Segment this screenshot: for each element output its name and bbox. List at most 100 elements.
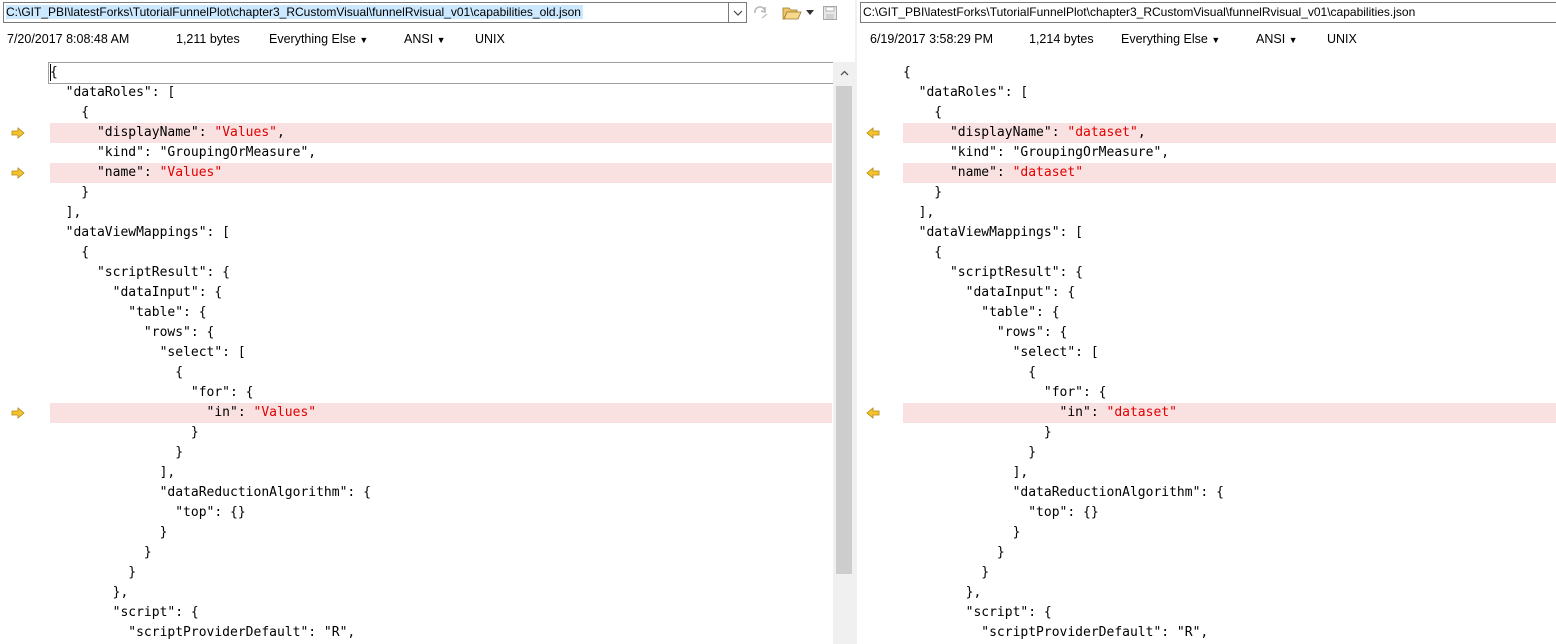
code-text: "select": [	[50, 345, 246, 360]
arrow-left-icon[interactable]	[865, 123, 881, 143]
code-text: {	[903, 105, 943, 120]
arrow-right-icon[interactable]	[10, 123, 26, 143]
left-code-line: }	[50, 183, 832, 203]
arrow-right-icon[interactable]	[10, 163, 26, 183]
code-text: "in":	[50, 405, 254, 420]
left-path-dropdown-button[interactable]	[729, 2, 747, 23]
left-code-line: "dataViewMappings": [	[50, 223, 832, 243]
right-filter-label: Everything Else	[1121, 32, 1208, 46]
right-code-line: "select": [	[903, 343, 1556, 363]
left-code-line: }	[50, 563, 832, 583]
left-filter-label: Everything Else	[269, 32, 356, 46]
code-text: "for": {	[903, 385, 1107, 400]
left-code-line: {	[50, 63, 832, 83]
left-path-text: C:\GIT_PBI\latestForks\TutorialFunnelPlo…	[6, 5, 583, 19]
code-text: "kind": "GroupingOrMeasure",	[903, 145, 1170, 160]
save-icon[interactable]	[822, 4, 838, 21]
right-diff-line: "displayName": "dataset",	[903, 123, 1556, 143]
left-file-size: 1,211 bytes	[176, 32, 240, 46]
left-code-line: }	[50, 543, 832, 563]
left-code-line: "dataRoles": [	[50, 83, 832, 103]
code-text: },	[50, 585, 129, 600]
code-text: ,	[1137, 125, 1146, 140]
code-text: }	[903, 445, 1037, 460]
diff-string-value: "Values"	[253, 405, 317, 420]
chevron-up-icon	[840, 70, 848, 76]
right-code-line: }	[903, 423, 1556, 443]
left-code-line: "scriptResult": {	[50, 263, 832, 283]
code-text: "rows": {	[50, 325, 215, 340]
right-code-line: }	[903, 563, 1556, 583]
code-text: "displayName":	[903, 125, 1068, 140]
code-text: "script": {	[903, 605, 1052, 620]
right-code-line: "script": {	[903, 603, 1556, 623]
right-filter-select[interactable]: Everything Else ▼	[1121, 28, 1220, 51]
code-text: "for": {	[50, 385, 254, 400]
code-text: "kind": "GroupingOrMeasure",	[50, 145, 317, 160]
left-code-line: "for": {	[50, 383, 832, 403]
left-encoding-select[interactable]: ANSI ▼	[404, 28, 446, 51]
right-code-line: "dataInput": {	[903, 283, 1556, 303]
folder-open-icon[interactable]	[781, 4, 803, 21]
code-text: "dataReductionAlgorithm": {	[903, 485, 1224, 500]
chevron-down-icon	[733, 10, 742, 16]
left-datetime: 7/20/2017 8:08:48 AM	[7, 32, 130, 46]
code-text: ],	[50, 465, 176, 480]
right-code-line: {	[903, 363, 1556, 383]
code-text: "in":	[903, 405, 1107, 420]
arrow-left-icon[interactable]	[865, 163, 881, 183]
left-code-line: }	[50, 443, 832, 463]
left-code-line: },	[50, 583, 832, 603]
refresh-icon[interactable]	[752, 4, 770, 21]
right-encoding-label: ANSI	[1256, 32, 1286, 46]
right-path-field[interactable]: C:\GIT_PBI\latestForks\TutorialFunnelPlo…	[860, 2, 1556, 23]
code-text: "table": {	[50, 305, 207, 320]
code-text: {	[903, 365, 1037, 380]
right-encoding-select[interactable]: ANSI ▼	[1256, 28, 1298, 51]
open-menu-caret-icon[interactable]	[805, 4, 815, 21]
left-vertical-scrollbar[interactable]	[833, 62, 855, 644]
code-text: "script": {	[50, 605, 199, 620]
right-code-line: "rows": {	[903, 323, 1556, 343]
code-text: }	[903, 525, 1021, 540]
code-text: "rows": {	[903, 325, 1068, 340]
left-diff-line: "in": "Values"	[50, 403, 832, 423]
scroll-up-button[interactable]	[833, 62, 855, 84]
right-code-line: {	[903, 243, 1556, 263]
right-code-line: "dataRoles": [	[903, 83, 1556, 103]
right-diff-line: "name": "dataset"	[903, 163, 1556, 183]
code-text: }	[903, 425, 1052, 440]
chevron-down-icon: ▼	[359, 35, 369, 45]
code-text: "select": [	[903, 345, 1099, 360]
right-code-line: }	[903, 523, 1556, 543]
diff-string-value: "dataset"	[1106, 405, 1177, 420]
code-text: "top": {}	[903, 505, 1099, 520]
right-line-endings: UNIX	[1327, 32, 1357, 46]
code-text: }	[50, 185, 90, 200]
code-text: }	[903, 185, 943, 200]
right-editor[interactable]: { "dataRoles": [ { "displayName": "datas…	[857, 62, 1556, 644]
code-text: "displayName":	[50, 125, 215, 140]
left-filter-select[interactable]: Everything Else ▼	[269, 28, 368, 51]
right-datetime: 6/19/2017 3:58:29 PM	[870, 32, 994, 46]
code-text: }	[903, 565, 990, 580]
code-text: "top": {}	[50, 505, 246, 520]
left-path-field[interactable]: C:\GIT_PBI\latestForks\TutorialFunnelPlo…	[3, 2, 729, 23]
right-code-line: }	[903, 183, 1556, 203]
arrow-right-icon[interactable]	[10, 403, 26, 423]
code-text: ,	[277, 125, 285, 140]
left-code-line: "table": {	[50, 303, 832, 323]
left-file-info: 7/20/2017 8:08:48 AM 1,211 bytes Everyth…	[0, 28, 857, 50]
arrow-left-icon[interactable]	[865, 403, 881, 423]
left-code-line: "rows": {	[50, 323, 832, 343]
code-text: }	[50, 565, 137, 580]
code-text: }	[903, 545, 1005, 560]
right-file-info: 6/19/2017 3:58:29 PM 1,214 bytes Everyth…	[857, 28, 1556, 50]
right-code-line: "scriptProviderDefault": "R",	[903, 623, 1556, 643]
right-code-line: "scriptResult": {	[903, 263, 1556, 283]
left-editor[interactable]: { "dataRoles": [ { "displayName": "Value…	[0, 62, 857, 644]
code-text: },	[903, 585, 982, 600]
diff-string-value: "dataset"	[1067, 125, 1138, 140]
scroll-thumb[interactable]	[836, 86, 852, 574]
left-diff-line: "name": "Values"	[50, 163, 832, 183]
